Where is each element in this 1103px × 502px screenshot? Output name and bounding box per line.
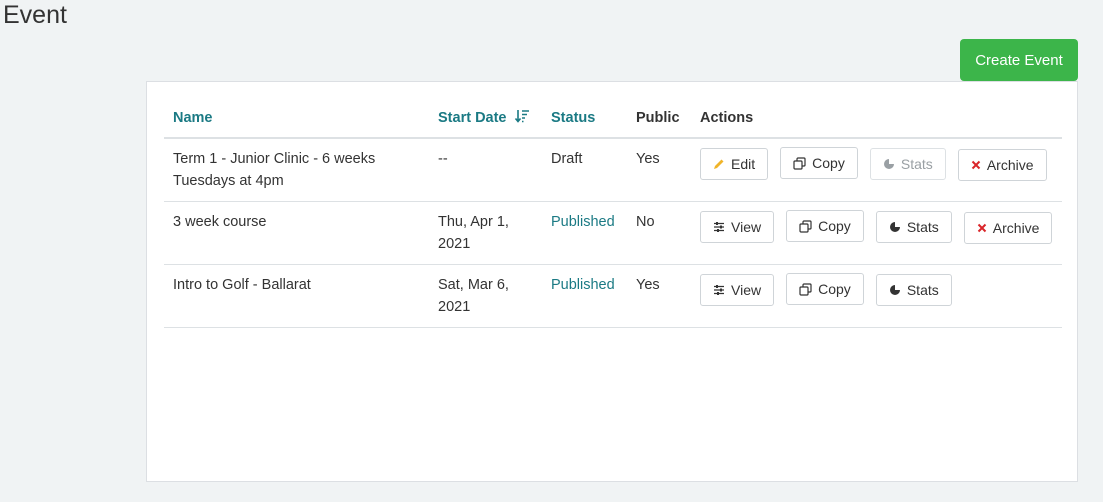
archive-button[interactable]: Archive [957,148,1047,181]
copy-icon [799,282,812,296]
view-button[interactable]: View [700,273,775,306]
pencil-icon [713,158,725,170]
close-icon [977,223,987,233]
start-date-cell: Thu, Apr 1, 2021 [429,201,542,265]
status-cell: Draft [542,138,627,202]
archive-button[interactable]: Archive [963,211,1053,244]
status-cell: Published [542,264,627,328]
start-date-cell: Sat, Mar 6, 2021 [429,264,542,328]
sliders-icon [713,221,725,233]
pie-chart-icon [889,221,901,233]
stats-button[interactable]: Stats [875,210,952,243]
public-cell: No [627,201,691,265]
table-row: Term 1 - Junior Clinic - 6 weeks Tuesday… [164,138,1062,202]
edit-button[interactable]: Edit [700,147,769,180]
event-name-cell: 3 week course [164,201,429,265]
column-header-actions: Actions [691,99,1062,139]
pie-chart-icon [889,284,901,296]
actions-cell: View Copy Stats [691,264,1062,328]
pie-chart-icon [883,158,895,170]
start-date-cell: -- [429,138,542,202]
stats-button[interactable]: Stats [869,147,946,180]
table-row: 3 week course Thu, Apr 1, 2021 Published… [164,201,1062,265]
column-header-status[interactable]: Status [542,99,627,139]
public-cell: Yes [627,138,691,202]
column-header-start-date[interactable]: Start Date [429,99,542,139]
stats-button[interactable]: Stats [875,273,952,306]
status-cell: Published [542,201,627,265]
close-icon [971,160,981,170]
event-name-cell: Intro to Golf - Ballarat [164,264,429,328]
column-header-public: Public [627,99,691,139]
column-header-name[interactable]: Name [164,99,429,139]
page-title: Event [3,1,67,29]
copy-button[interactable]: Copy [780,147,858,179]
copy-button[interactable]: Copy [786,273,864,305]
sort-descending-icon [514,108,530,128]
copy-icon [799,219,812,233]
actions-cell: View Copy Stats [691,201,1062,265]
sliders-icon [713,284,725,296]
events-card: Name Start Date Status Public Actions Te… [146,81,1078,482]
copy-icon [793,156,806,170]
copy-button[interactable]: Copy [786,210,864,242]
view-button[interactable]: View [700,210,775,243]
table-row: Intro to Golf - Ballarat Sat, Mar 6, 202… [164,264,1062,328]
actions-cell: Edit Copy Stats Archive [691,138,1062,202]
events-table: Name Start Date Status Public Actions Te… [164,99,1062,328]
create-event-button[interactable]: Create Event [960,39,1078,81]
public-cell: Yes [627,264,691,328]
table-header-row: Name Start Date Status Public Actions [164,99,1062,139]
event-name-cell: Term 1 - Junior Clinic - 6 weeks Tuesday… [164,138,429,202]
